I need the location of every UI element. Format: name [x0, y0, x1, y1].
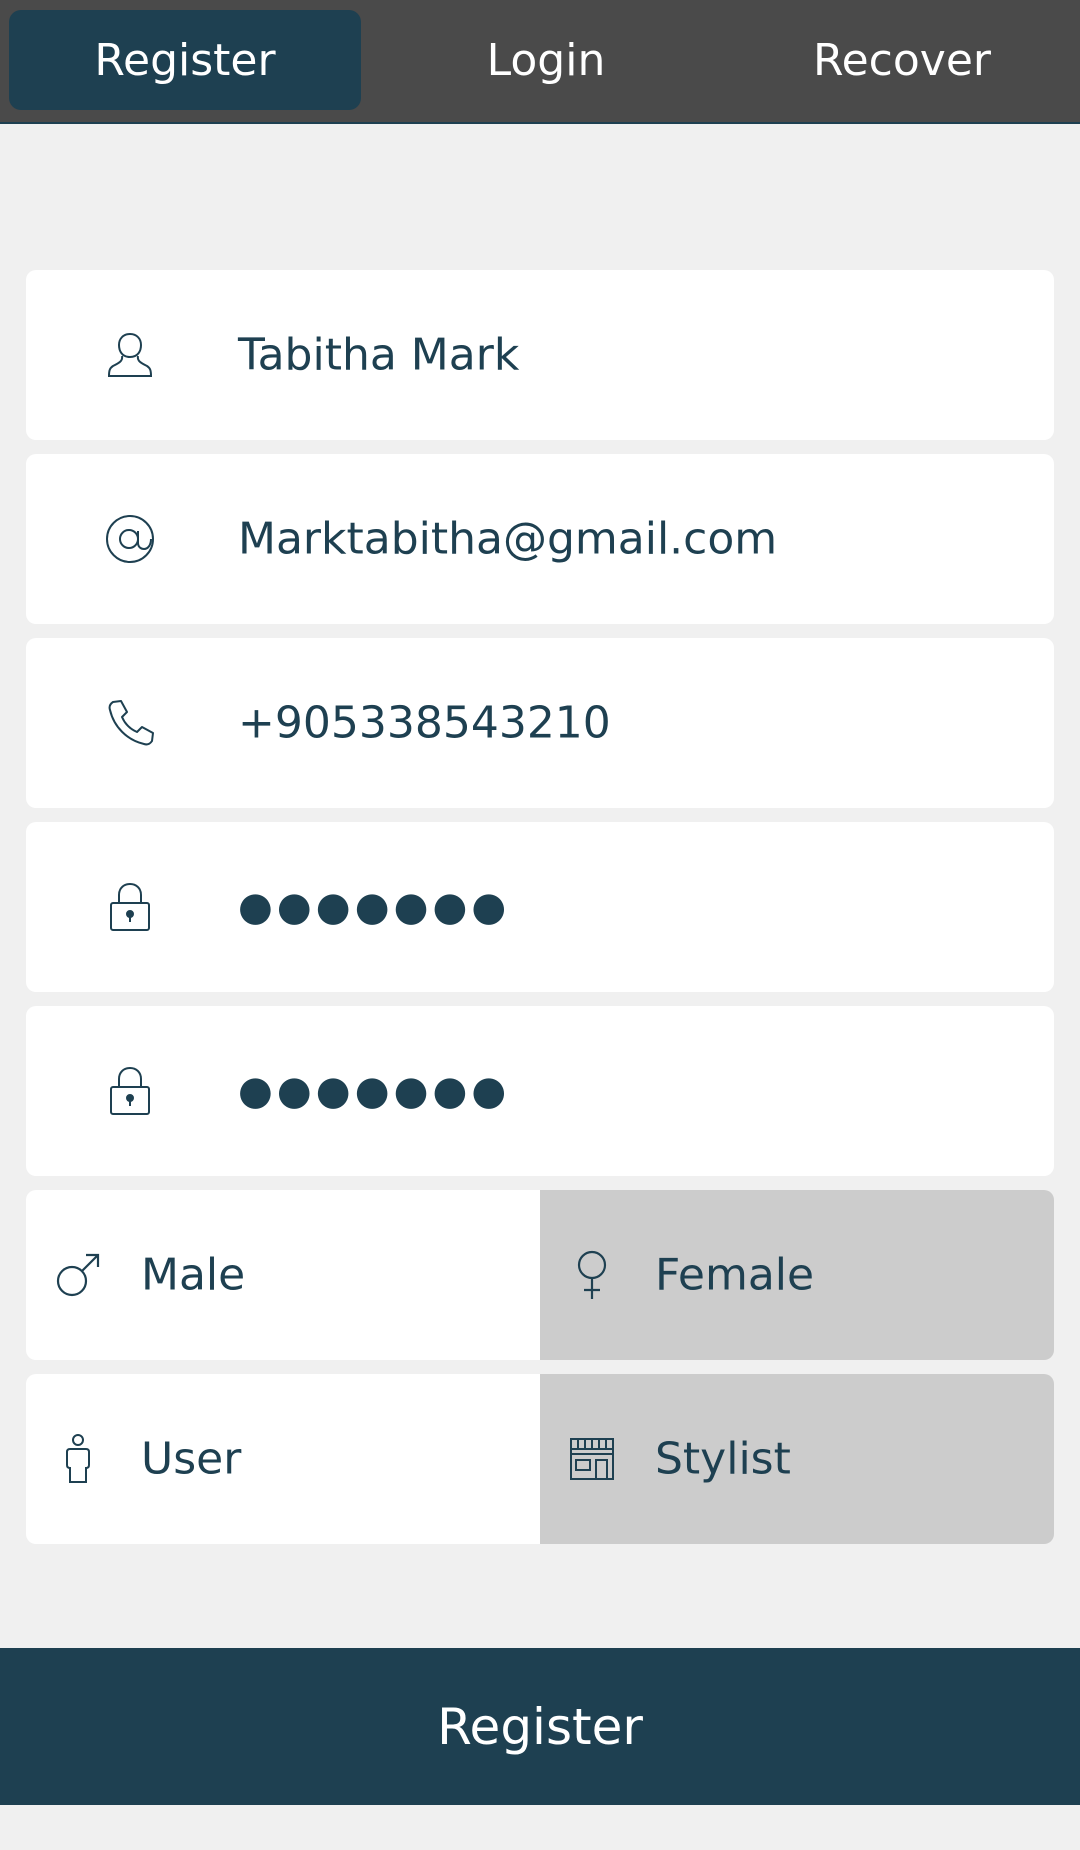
gender-option-female[interactable]: Female — [540, 1190, 1054, 1360]
person-icon — [50, 1429, 106, 1489]
tab-register[interactable]: Register — [9, 10, 361, 110]
lock-icon — [100, 1061, 160, 1121]
account-user-label: User — [141, 1433, 242, 1485]
account-stylist-label: Stylist — [655, 1433, 791, 1485]
gender-toggle: Male Female — [26, 1190, 1054, 1360]
register-button[interactable]: Register — [0, 1648, 1080, 1805]
phone-field[interactable]: +905338543210 — [26, 638, 1054, 808]
password-field[interactable]: ●●●●●●● — [26, 822, 1054, 992]
account-option-stylist[interactable]: Stylist — [540, 1374, 1054, 1544]
phone-icon — [100, 693, 160, 753]
lock-icon — [100, 877, 160, 937]
gender-male-label: Male — [141, 1249, 246, 1301]
password-value: ●●●●●●● — [238, 884, 511, 930]
tab-bar: Register Login Recover — [0, 0, 1080, 124]
email-value: Marktabitha@gmail.com — [238, 513, 778, 565]
phone-value: +905338543210 — [238, 697, 611, 749]
shop-icon — [564, 1429, 620, 1489]
email-field[interactable]: Marktabitha@gmail.com — [26, 454, 1054, 624]
account-option-user[interactable]: User — [26, 1374, 540, 1544]
confirm-password-value: ●●●●●●● — [238, 1068, 511, 1114]
male-icon — [50, 1245, 106, 1305]
name-field[interactable]: Tabitha Mark — [26, 270, 1054, 440]
at-sign-icon — [100, 509, 160, 569]
account-type-toggle: User Stylist — [26, 1374, 1054, 1544]
confirm-password-field[interactable]: ●●●●●●● — [26, 1006, 1054, 1176]
gender-female-label: Female — [655, 1249, 815, 1301]
user-icon — [100, 325, 160, 385]
tab-recover[interactable]: Recover — [726, 10, 1078, 110]
female-icon — [564, 1245, 620, 1305]
name-value: Tabitha Mark — [238, 329, 520, 381]
gender-option-male[interactable]: Male — [26, 1190, 540, 1360]
tab-login[interactable]: Login — [370, 10, 722, 110]
